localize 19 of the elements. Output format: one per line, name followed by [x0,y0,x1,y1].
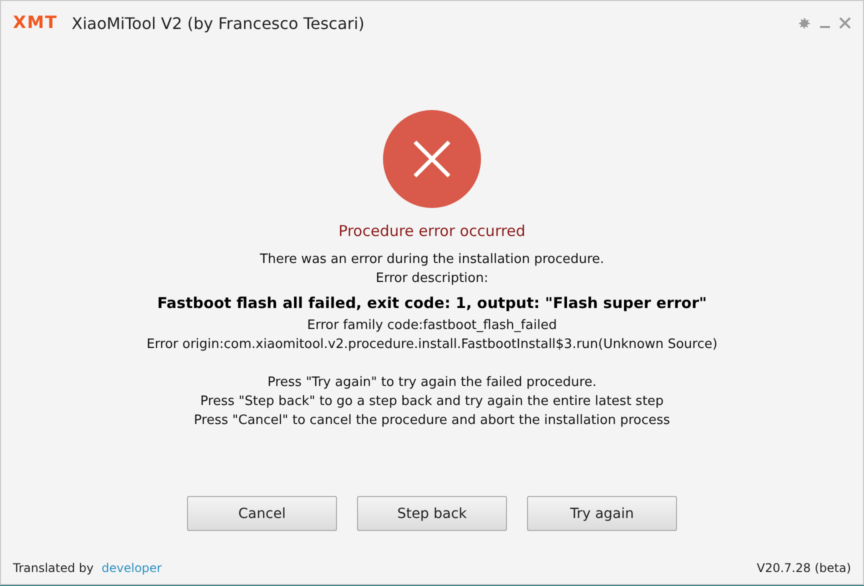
dialog-button[interactable]: Step back [357,496,507,531]
error-heading: Procedure error occurred [338,222,526,240]
message-text: There was an error during the installation procedure. [260,251,604,269]
detail-text: Error family code:fastboot_flash_failed [307,317,557,335]
version-label: V20.7.28 (beta) [756,561,851,575]
error-icon [383,110,481,208]
close-icon[interactable] [839,17,851,29]
window-title: XiaoMiTool V2 (by Francesco Tescari) [72,14,366,32]
message-text: Error description: [376,270,488,288]
dialog-button[interactable]: Try again [527,496,677,531]
dialog-button[interactable]: Cancel [187,496,337,531]
error-description: Fastboot flash all failed, exit code: 1, output: "Flash super error" [157,294,707,312]
app-logo: XMT [13,13,58,33]
instruction-text: Press "Cancel" to cancel the procedure and abort the installation process [194,412,670,430]
instruction-text: Press "Try again" to try again the failed procedure. [267,374,596,392]
settings-icon[interactable] [798,16,811,30]
instruction-text: Press "Step back" to go a step back and try again the entire latest step [200,393,664,411]
translated-by-label: Translated by [13,561,94,575]
detail-text: Error origin:com.xiaomitool.v2.procedure.install.FastbootInstall$3.run(Unknown Source) [146,336,718,354]
